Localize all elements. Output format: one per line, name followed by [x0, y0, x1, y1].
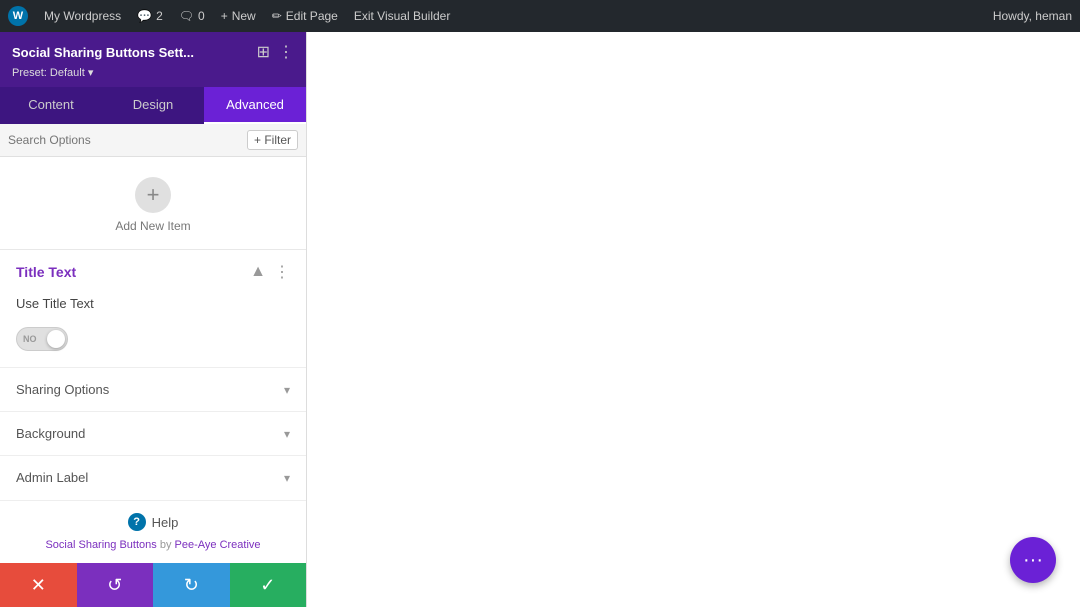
use-title-text-field: Use Title Text	[16, 296, 290, 327]
toggle-row: NO	[16, 327, 290, 367]
comments-count: 2	[156, 9, 163, 23]
sharing-options-label: Sharing Options	[16, 382, 109, 397]
preset-arrow: ▾	[88, 67, 94, 79]
add-item-circle: +	[135, 177, 171, 213]
site-name-link[interactable]: My Wordpress	[44, 9, 121, 23]
title-text-label: Title Text	[16, 264, 76, 280]
plugin-author-link[interactable]: Pee-Aye Creative	[175, 539, 261, 551]
title-text-section: Title Text ▲ ⋮ Use Title Text NO	[0, 250, 306, 367]
site-name: My Wordpress	[44, 9, 121, 23]
exit-builder-link[interactable]: Exit Visual Builder	[354, 9, 451, 23]
use-title-text-toggle[interactable]: NO	[16, 327, 68, 351]
panel-header: Social Sharing Buttons Sett... ⊞ ⋮ Prese…	[0, 32, 306, 87]
edit-page-link[interactable]: ✏ Edit Page	[272, 9, 338, 23]
edit-icon: ✏	[272, 9, 282, 23]
speech-link[interactable]: 🗨 0	[179, 9, 205, 23]
panel-content: + Add New Item Title Text ▲ ⋮ Use Title …	[0, 157, 306, 500]
canvas-inner	[307, 32, 1080, 607]
panel-title-icons: ⊞ ⋮	[257, 42, 294, 62]
settings-panel: Social Sharing Buttons Sett... ⊞ ⋮ Prese…	[0, 32, 307, 607]
topbar: W My Wordpress 💬 2 🗨 0 + New ✏ Edit Page…	[0, 0, 1080, 32]
tab-content[interactable]: Content	[0, 87, 102, 124]
undo-icon: ↺	[107, 575, 122, 596]
cancel-icon: ✕	[31, 575, 46, 596]
speech-count: 0	[198, 9, 205, 23]
wp-icon[interactable]: W	[8, 6, 28, 26]
fab-button[interactable]: ···	[1010, 537, 1056, 583]
redo-icon: ↻	[184, 575, 199, 596]
collapse-icon[interactable]: ▲	[250, 263, 266, 281]
exit-builder-label: Exit Visual Builder	[354, 9, 451, 23]
help-icon: ?	[128, 513, 146, 531]
plugin-credit: Social Sharing Buttons by Pee-Aye Creati…	[45, 539, 260, 551]
tab-advanced[interactable]: Advanced	[204, 87, 306, 124]
howdy-text: Howdy, heman	[993, 9, 1072, 23]
redo-button[interactable]: ↻	[153, 563, 230, 607]
preset-label: Preset: Default	[12, 67, 85, 79]
plus-icon: +	[221, 9, 228, 23]
admin-label-chevron: ▾	[284, 471, 290, 485]
search-input[interactable]	[8, 133, 241, 147]
toggle-knob	[47, 330, 65, 348]
panel-footer: ? Help Social Sharing Buttons by Pee-Aye…	[0, 500, 306, 563]
help-label: Help	[152, 515, 179, 530]
panel-title: Social Sharing Buttons Sett...	[12, 45, 194, 60]
use-title-text-label: Use Title Text	[16, 296, 94, 311]
admin-label-section[interactable]: Admin Label ▾	[0, 455, 306, 499]
search-bar: + Filter	[0, 124, 306, 157]
background-label: Background	[16, 426, 85, 441]
new-label: New	[232, 9, 256, 23]
bottom-toolbar: ✕ ↺ ↻ ✓	[0, 563, 306, 607]
canvas-area[interactable]: ···	[307, 32, 1080, 607]
panel-icon-more[interactable]: ⋮	[278, 42, 294, 62]
panel-preset[interactable]: Preset: Default ▾	[12, 66, 294, 79]
filter-label: + Filter	[254, 133, 291, 147]
comments-link[interactable]: 💬 2	[137, 9, 163, 23]
panel-icon-columns[interactable]: ⊞	[257, 42, 270, 62]
title-text-controls: ▲ ⋮	[250, 262, 290, 282]
fab-icon: ···	[1023, 549, 1043, 572]
edit-page-label: Edit Page	[286, 9, 338, 23]
add-new-item-section[interactable]: + Add New Item	[0, 157, 306, 249]
plugin-name-link[interactable]: Social Sharing Buttons	[45, 539, 156, 551]
toggle-text: NO	[23, 334, 37, 344]
filter-button[interactable]: + Filter	[247, 130, 298, 150]
title-text-header: Title Text ▲ ⋮	[16, 262, 290, 282]
panel-tabs: Content Design Advanced	[0, 87, 306, 124]
main-layout: Social Sharing Buttons Sett... ⊞ ⋮ Prese…	[0, 32, 1080, 607]
undo-button[interactable]: ↺	[77, 563, 154, 607]
save-icon: ✓	[260, 575, 275, 596]
comments-icon: 💬	[137, 9, 152, 23]
help-link[interactable]: ? Help	[128, 513, 179, 531]
by-text: by	[160, 539, 172, 551]
sharing-options-section[interactable]: Sharing Options ▾	[0, 367, 306, 411]
more-options-icon[interactable]: ⋮	[274, 262, 290, 282]
cancel-button[interactable]: ✕	[0, 563, 77, 607]
add-item-label: Add New Item	[115, 219, 190, 233]
save-button[interactable]: ✓	[230, 563, 307, 607]
background-section[interactable]: Background ▾	[0, 411, 306, 455]
sharing-options-chevron: ▾	[284, 383, 290, 397]
background-chevron: ▾	[284, 427, 290, 441]
admin-label-label: Admin Label	[16, 470, 88, 485]
tab-design[interactable]: Design	[102, 87, 204, 124]
new-link[interactable]: + New	[221, 9, 256, 23]
speech-icon: 🗨	[179, 9, 194, 23]
